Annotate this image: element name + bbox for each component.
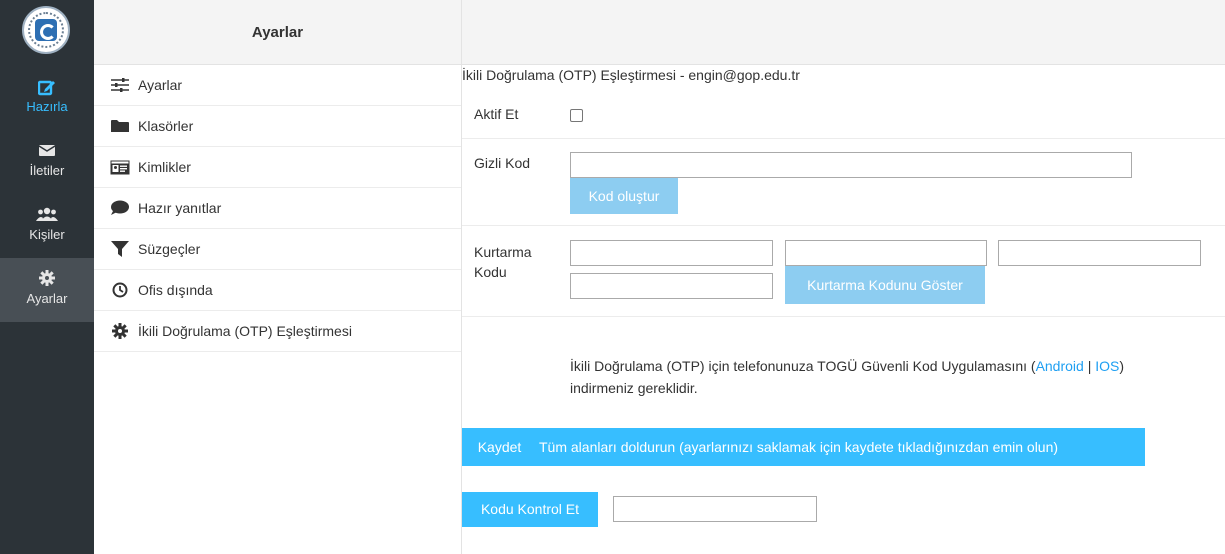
filter-icon (108, 240, 132, 258)
settings-item-label: Süzgeçler (138, 241, 201, 257)
settings-item-label: Ayarlar (138, 77, 183, 93)
settings-list: Ayarlar Ayarlar Klasörler Kimlikler Hazı… (94, 0, 462, 554)
link-separator: | (1087, 358, 1092, 374)
recovery-code-field-2[interactable] (785, 240, 987, 266)
id-card-icon (108, 158, 132, 176)
ios-link[interactable]: IOS (1095, 358, 1119, 374)
activate-checkbox[interactable] (570, 109, 583, 122)
settings-item-identities[interactable]: Kimlikler (94, 147, 461, 188)
info-text-part3: indirmeniz gereklidir. (570, 380, 698, 396)
divider (462, 138, 1225, 139)
info-text-part2: ) (1119, 358, 1125, 374)
nav-messages-label: İletiler (29, 163, 65, 178)
settings-item-preferences[interactable]: Ayarlar (94, 65, 461, 106)
clock-icon (108, 281, 132, 299)
settings-list-title: Ayarlar (94, 0, 461, 65)
android-link[interactable]: Android (1036, 358, 1084, 374)
settings-item-label: Klasörler (138, 118, 194, 134)
nav-settings[interactable]: Ayarlar (0, 258, 94, 322)
sliders-icon (108, 76, 132, 94)
nav-messages[interactable]: İletiler (0, 134, 94, 198)
settings-item-out-of-office[interactable]: Ofis dışında (94, 270, 461, 311)
users-icon (0, 206, 94, 224)
gear-icon (108, 322, 132, 340)
divider (462, 225, 1225, 226)
envelope-icon (0, 142, 94, 160)
check-code-button[interactable]: Kodu Kontrol Et (462, 492, 598, 527)
settings-item-label: Ofis dışında (138, 282, 213, 298)
settings-item-otp[interactable]: İkili Doğrulama (OTP) Eşleştirmesi (94, 311, 461, 352)
check-code-field[interactable] (613, 496, 817, 522)
nav-compose-label: Hazırla (26, 99, 68, 114)
info-text-part1: İkili Doğrulama (OTP) için telefonunuza … (570, 358, 1036, 374)
content-header (462, 0, 1225, 65)
otp-info-text: İkili Doğrulama (OTP) için telefonunuza … (570, 355, 1210, 399)
speech-bubble-icon (108, 199, 132, 217)
generate-code-button[interactable]: Kod oluştur (570, 178, 678, 214)
page-title: İkili Doğrulama (OTP) Eşleştirmesi - eng… (462, 67, 800, 83)
secret-code-label: Gizli Kod (474, 155, 531, 171)
activate-label: Aktif Et (474, 106, 519, 122)
nav-settings-label: Ayarlar (26, 291, 68, 306)
university-logo[interactable] (22, 6, 70, 54)
nav-compose[interactable]: Hazırla (0, 72, 94, 134)
settings-item-responses[interactable]: Hazır yanıtlar (94, 188, 461, 229)
settings-item-label: Hazır yanıtlar (138, 200, 222, 216)
gear-icon (0, 270, 94, 288)
settings-item-folders[interactable]: Klasörler (94, 106, 461, 147)
recovery-code-field-1[interactable] (570, 240, 773, 266)
recovery-code-field-4[interactable] (570, 273, 773, 299)
show-recovery-code-button[interactable]: Kurtarma Kodunu Göster (785, 266, 985, 304)
save-button[interactable]: Kaydet (462, 428, 537, 466)
nav-contacts-label: Kişiler (29, 227, 65, 242)
logo-emblem (35, 19, 57, 41)
compose-icon (0, 78, 94, 96)
recovery-code-label-line1: Kurtarma (474, 244, 532, 260)
folder-icon (108, 117, 132, 135)
app-sidebar: Hazırla İletiler Kişiler Ayarlar (0, 0, 94, 554)
recovery-code-label-line2: Kodu (474, 264, 507, 280)
settings-item-filters[interactable]: Süzgeçler (94, 229, 461, 270)
recovery-code-field-3[interactable] (998, 240, 1201, 266)
divider (462, 316, 1225, 317)
otp-settings-panel: İkili Doğrulama (OTP) Eşleştirmesi - eng… (462, 0, 1225, 554)
nav-contacts[interactable]: Kişiler (0, 198, 94, 258)
settings-item-label: Kimlikler (138, 159, 191, 175)
settings-item-label: İkili Doğrulama (OTP) Eşleştirmesi (138, 323, 352, 339)
secret-code-field[interactable] (570, 152, 1132, 178)
save-status-message: Tüm alanları doldurun (ayarlarınızı sakl… (537, 428, 1145, 466)
